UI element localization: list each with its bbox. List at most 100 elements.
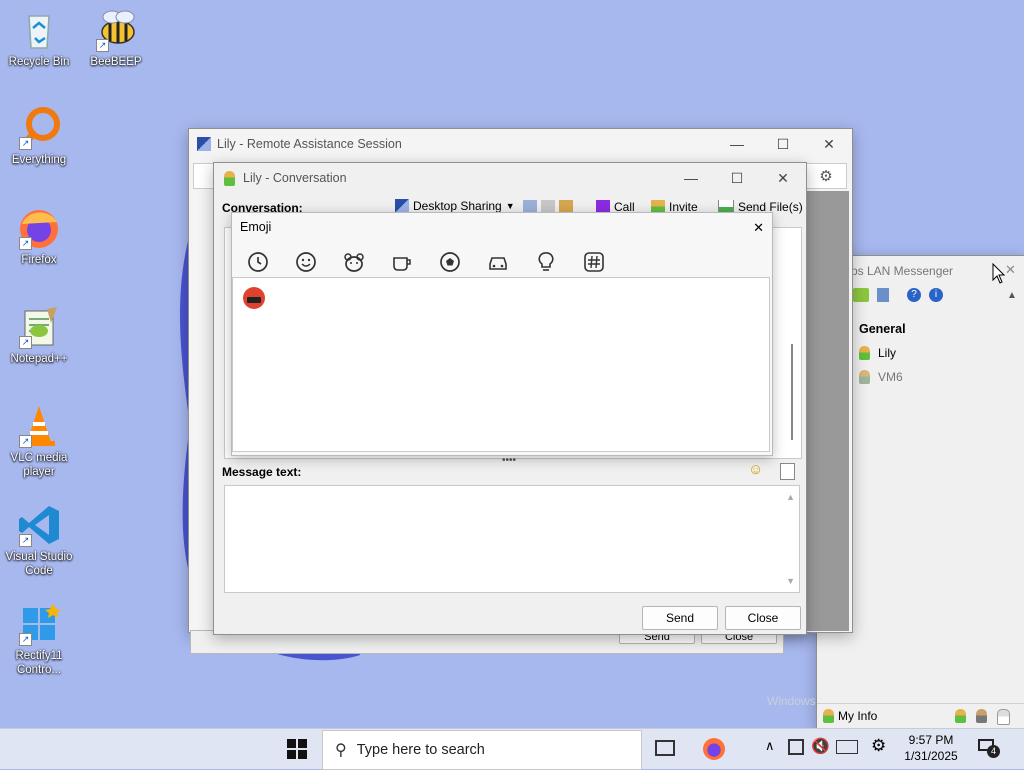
window-title: Lily - Remote Assistance Session <box>217 137 402 151</box>
shortcut-arrow-icon: ↗ <box>19 137 32 150</box>
notification-center-button[interactable]: 4 <box>978 739 1000 758</box>
firefox-icon: ↗ <box>17 206 61 250</box>
desktop-icon-everything[interactable]: ↗ Everything <box>1 106 77 167</box>
user-name: Lily <box>878 346 897 360</box>
emoji-category-tabs <box>236 247 766 279</box>
group-header[interactable]: General <box>859 322 906 336</box>
shortcut-arrow-icon: ↗ <box>19 237 32 250</box>
desktop-icon-label: Firefox <box>21 254 57 266</box>
magnifier-icon: ↗ <box>17 106 61 150</box>
desktop-icon-label: Recycle Bin <box>8 56 70 68</box>
time-text: 9:57 PM <box>908 733 954 747</box>
desktop-icon-label: Everything <box>11 154 67 166</box>
user-icon <box>823 709 834 723</box>
emoji-dialog[interactable]: Emoji ✕ <box>231 212 773 456</box>
help-icon[interactable]: ? <box>907 288 921 302</box>
dropdown-arrow-icon: ▼ <box>505 201 515 211</box>
collapse-chevron-icon[interactable]: ▲ <box>1007 290 1017 301</box>
desktop-icon-firefox[interactable]: ↗ Firefox <box>1 206 77 267</box>
scroll-down-icon[interactable]: ▼ <box>786 576 795 586</box>
format-icon[interactable] <box>780 463 795 480</box>
folder-icon[interactable] <box>853 288 869 302</box>
close-button[interactable]: Close <box>725 606 801 630</box>
maximize-button[interactable]: ☐ <box>760 136 806 153</box>
desktop-icon-label: Rectify11 Contro... <box>15 650 63 676</box>
online-status-icon[interactable] <box>955 709 966 723</box>
mouse-cursor-icon <box>992 263 1006 284</box>
user-online-icon <box>859 346 870 360</box>
rectify11-icon: ↗ <box>17 602 61 646</box>
desktop-icon-label: Notepad++ <box>10 353 68 365</box>
close-icon[interactable]: ✕ <box>753 220 764 236</box>
shortcut-arrow-icon: ↗ <box>19 336 32 349</box>
close-button[interactable]: ✕ <box>806 136 852 153</box>
send-button[interactable]: Send <box>642 606 718 630</box>
shortcut-arrow-icon: ↗ <box>19 633 32 646</box>
fit-screen-icon[interactable] <box>193 163 215 189</box>
desktop-icon-notepadpp[interactable]: ↗ Notepad++ <box>1 305 77 366</box>
desktop-icon-label: VLC media player <box>10 452 68 478</box>
desktop-icon-vscode[interactable]: ↗ Visual Studio Code <box>1 503 77 578</box>
splitter-handle[interactable]: •••• <box>502 455 516 466</box>
tab-travel-icon[interactable] <box>480 247 516 277</box>
shortcut-arrow-icon: ↗ <box>96 39 109 52</box>
my-info-button[interactable]: My Info <box>823 709 877 723</box>
desktop-icon-vlc[interactable]: ↗ VLC media player <box>1 404 77 479</box>
close-button[interactable]: ✕ <box>760 170 806 187</box>
user-offline-icon <box>859 370 870 384</box>
minimize-button[interactable]: — <box>668 170 714 186</box>
message-text-label: Message text: <box>222 465 302 479</box>
remote-titlebar: Lily - Remote Assistance Session — ☐ ✕ <box>189 129 852 159</box>
desktop-icon-label: Visual Studio Code <box>5 551 73 577</box>
tab-symbols-icon[interactable] <box>576 247 612 277</box>
user-item-vm6[interactable]: VM6 <box>859 370 903 384</box>
volume-muted-icon[interactable]: 🔇 <box>811 737 830 755</box>
network-icon[interactable] <box>788 739 804 755</box>
desktop-icon-rectify11[interactable]: ↗ Rectify11 Contro... <box>1 602 77 677</box>
remote-screen-area <box>801 191 849 631</box>
desktop-icon-recycle-bin[interactable]: Recycle Bin <box>1 8 77 69</box>
maximize-button[interactable]: ☐ <box>714 170 760 187</box>
task-view-icon[interactable] <box>655 740 675 756</box>
minimize-button[interactable]: — <box>714 136 760 152</box>
user-item-lily[interactable]: Lily <box>859 346 896 360</box>
conversation-titlebar: Lily - Conversation — ☐ ✕ <box>214 163 806 193</box>
remote-app-icon <box>197 137 211 151</box>
search-box[interactable]: ⚲ Type here to search <box>322 730 642 770</box>
info-icon[interactable]: i <box>929 288 943 302</box>
scrollbar[interactable] <box>791 344 793 440</box>
tab-food-icon[interactable] <box>384 247 420 277</box>
emoji-smiley-icon[interactable]: ☺ <box>748 461 763 478</box>
clock[interactable]: 9:57 PM 1/31/2025 <box>895 732 967 764</box>
chevron-up-icon[interactable]: ∧ <box>765 738 775 754</box>
message-input[interactable]: ▲ ▼ <box>224 485 800 593</box>
desktop-sharing-icon <box>395 199 409 213</box>
vlc-cone-icon: ↗ <box>17 404 61 448</box>
emoji-item[interactable] <box>243 287 265 309</box>
busy-status-icon[interactable] <box>976 709 987 723</box>
tab-animal-icon[interactable] <box>336 247 372 277</box>
desktop-icon-beebeep[interactable]: ↗ BeeBEEP <box>78 8 154 69</box>
history-icon[interactable] <box>877 288 889 302</box>
keyboard-icon[interactable] <box>836 740 858 754</box>
settings-gear-icon[interactable]: ⚙ <box>871 736 886 756</box>
status-icons <box>955 709 1010 725</box>
emoji-grid <box>232 277 770 452</box>
recycle-bin-icon <box>17 8 61 52</box>
offline-status-icon[interactable] <box>997 709 1010 725</box>
tab-objects-icon[interactable] <box>528 247 564 277</box>
shortcut-arrow-icon: ↗ <box>19 435 32 448</box>
settings-gear-icon[interactable]: ⚙ <box>805 163 847 189</box>
start-button[interactable] <box>286 738 308 760</box>
window-title: Lily - Conversation <box>243 171 347 185</box>
tab-activity-icon[interactable] <box>432 247 468 277</box>
tab-smiley-icon[interactable] <box>288 247 324 277</box>
scroll-up-icon[interactable]: ▲ <box>786 492 795 502</box>
window-title: ps LAN Messenger <box>851 264 954 278</box>
taskbar: ⚲ Type here to search ∧ 🔇 ⚙ 9:57 PM 1/31… <box>0 728 1024 770</box>
date-text: 1/31/2025 <box>904 749 958 763</box>
firefox-taskbar-icon[interactable] <box>703 738 725 760</box>
user-name: VM6 <box>878 370 903 384</box>
tab-recent-icon[interactable] <box>240 247 276 279</box>
desktop-sharing-button[interactable]: Desktop Sharing ▼ <box>395 199 515 213</box>
